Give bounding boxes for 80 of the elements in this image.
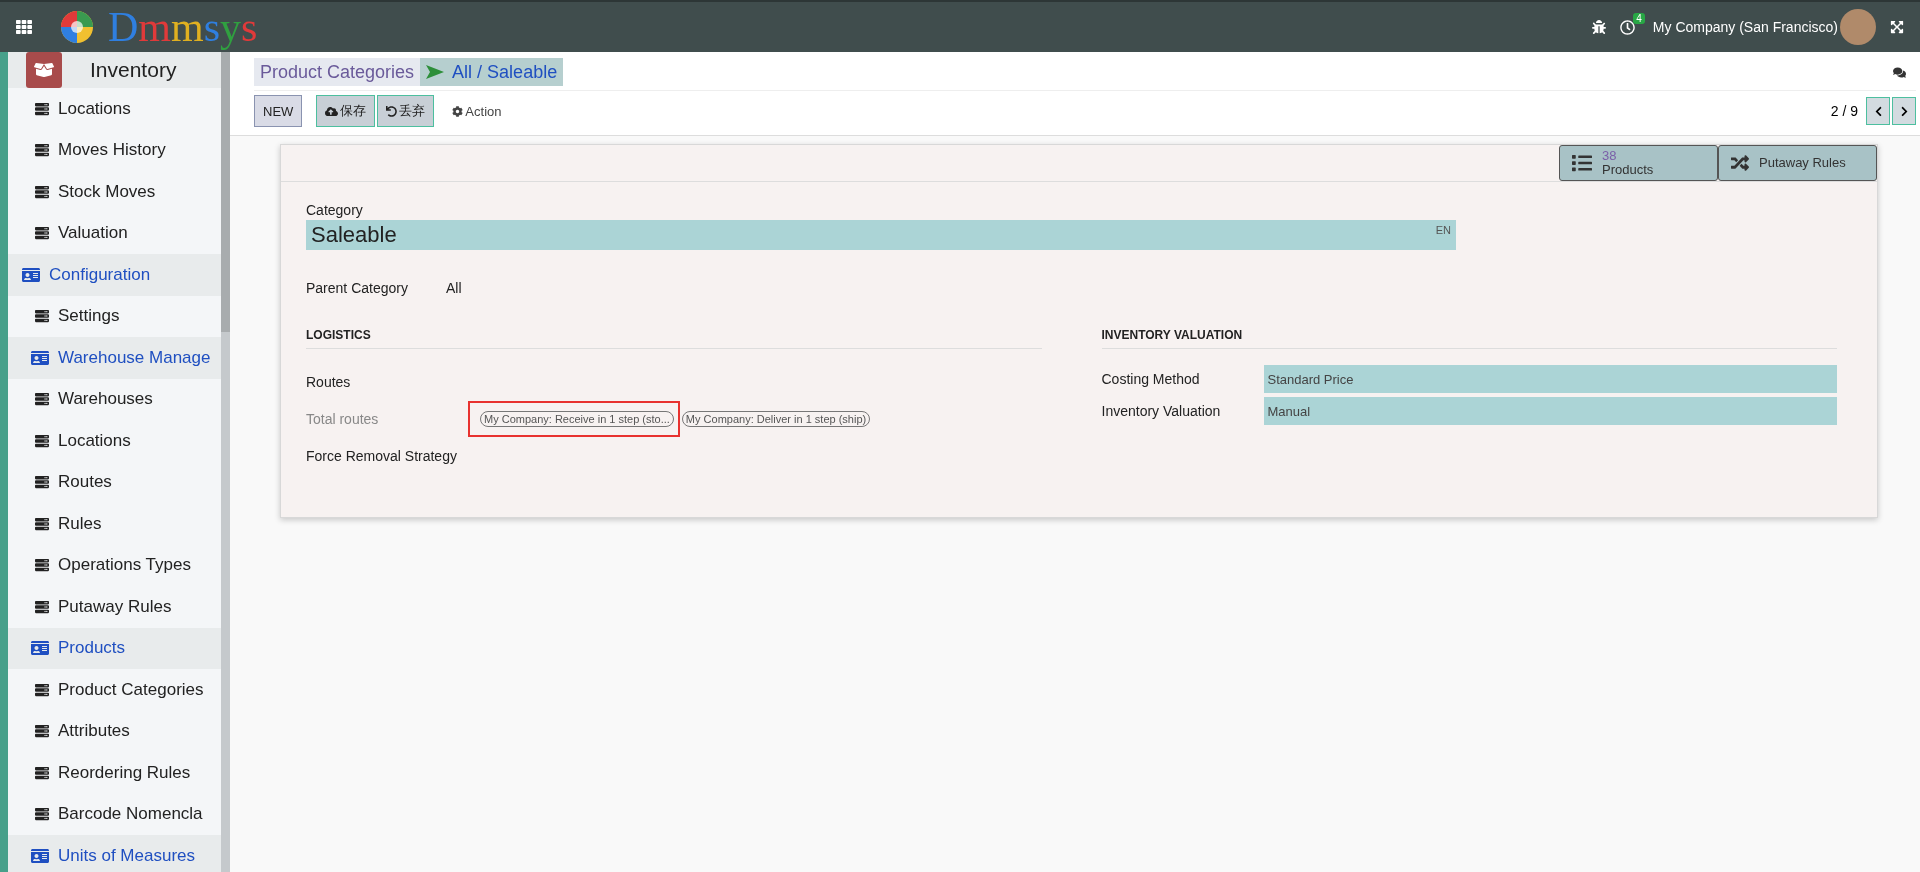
menu-item[interactable]: Product Categories (8, 669, 221, 711)
breadcrumb-item[interactable]: Product Categories (254, 58, 421, 86)
list-icon (35, 475, 49, 490)
list-icon (35, 682, 49, 697)
user-avatar[interactable] (1840, 9, 1876, 45)
field-label: Costing Method (1101, 371, 1200, 387)
chat-icon[interactable] (1893, 65, 1906, 79)
list-icon (35, 558, 49, 573)
list-icon (35, 433, 49, 448)
list-icon (35, 599, 49, 614)
field-label: Category (306, 202, 364, 218)
smart-button[interactable]: Putaway Rules (1718, 145, 1877, 181)
section-title: LOGISTICS (306, 328, 1042, 349)
list-icon (1572, 153, 1592, 173)
menu-item[interactable]: Warehouses (8, 378, 221, 420)
list-icon (35, 309, 49, 324)
menu-item[interactable]: Reordering Rules (8, 752, 221, 794)
breadcrumb-item[interactable]: All / Saleable (420, 58, 564, 86)
menu-item[interactable]: Locations (8, 420, 221, 462)
settings-icon (452, 105, 464, 117)
field-label: Force Removal Strategy (306, 447, 457, 464)
fullscreen-icon[interactable] (1890, 20, 1904, 34)
id-card-icon (31, 639, 49, 658)
field-label: Total routes (306, 410, 379, 427)
section-title: INVENTORY VALUATION (1101, 328, 1837, 349)
id-card-icon (22, 265, 40, 284)
activity-count: 4 (1633, 12, 1645, 24)
cloud-upload-icon (325, 104, 339, 118)
menu-item[interactable]: Locations (8, 88, 221, 130)
id-card-icon (31, 348, 49, 367)
menu-section[interactable]: Units of Measures (8, 835, 221, 872)
list-icon (35, 101, 49, 116)
logo-text: Dmmsys (108, 4, 258, 50)
clock-icon[interactable] (1619, 19, 1635, 35)
menu-section[interactable]: Warehouse Manage (8, 337, 221, 379)
undo-icon (386, 105, 398, 117)
logo-ball-icon (60, 10, 94, 44)
list-icon (35, 765, 49, 780)
menu-item[interactable]: Rules (8, 503, 221, 545)
list-icon (35, 724, 49, 739)
menu-section[interactable]: Configuration (8, 254, 221, 296)
select-field[interactable]: Standard Price (1263, 365, 1837, 393)
menu-item[interactable]: Settings (8, 295, 221, 337)
list-icon (35, 516, 49, 531)
app-title: Inventory (90, 58, 177, 82)
toolbar-button[interactable]: 丢弃 (377, 95, 435, 127)
menu-item[interactable]: Barcode Nomencla (8, 793, 221, 835)
toolbar-button[interactable]: 保存 (316, 95, 376, 127)
list-icon (35, 807, 49, 822)
select-field[interactable]: Manual (1263, 397, 1837, 425)
menu-item[interactable]: Moves History (8, 129, 221, 171)
scrollbar[interactable] (221, 52, 230, 872)
field-label: Inventory Valuation (1101, 403, 1221, 419)
field-label: Parent Category (306, 280, 408, 296)
field-value[interactable]: All (445, 280, 462, 296)
list-icon (35, 392, 49, 407)
arrow-icon (426, 65, 445, 79)
list-icon (35, 226, 49, 241)
smart-button[interactable]: 38 Products (1559, 145, 1718, 181)
menu-item[interactable]: Stock Moves (8, 171, 221, 213)
list-icon (35, 184, 49, 199)
apps-menu-icon[interactable] (16, 19, 32, 35)
bug-icon[interactable] (1591, 20, 1606, 34)
id-card-icon (31, 846, 49, 865)
menu-item[interactable]: Putaway Rules (8, 586, 221, 628)
name-field[interactable]: Saleable EN (306, 220, 1456, 250)
list-icon (35, 143, 49, 158)
previous-button[interactable] (1866, 97, 1890, 125)
menu-section[interactable]: Products (8, 627, 221, 669)
toolbar-button[interactable]: Action (444, 95, 510, 127)
next-button[interactable] (1892, 97, 1916, 125)
menu-item[interactable]: Operations Types (8, 544, 221, 586)
shuffle-icon (1731, 154, 1749, 172)
menu-item[interactable]: Valuation (8, 212, 221, 254)
pager-counter: 2 / 9 (1830, 103, 1858, 119)
field-label: Routes (306, 373, 351, 390)
menu-item[interactable]: Attributes (8, 710, 221, 752)
toolbar-button[interactable]: NEW (254, 95, 303, 127)
menu-item[interactable]: Routes (8, 461, 221, 503)
company-name[interactable]: My Company (San Francisco) (1652, 19, 1838, 35)
